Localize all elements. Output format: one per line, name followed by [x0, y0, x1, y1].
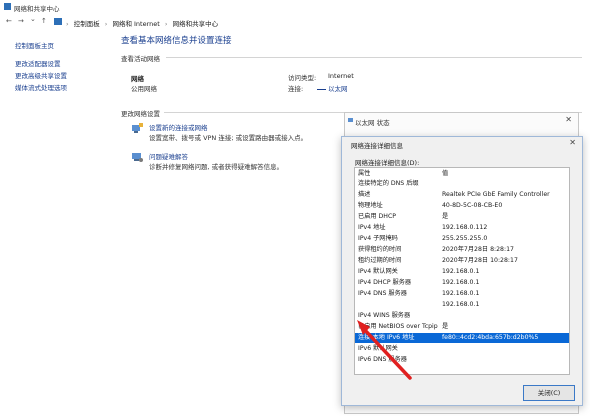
- table-row[interactable]: IPv4 子网掩码 255.255.255.0: [355, 234, 569, 244]
- row-value: 255.255.255.0: [442, 235, 488, 242]
- table-row[interactable]: 已启用 NetBIOS over Tcpip 是: [355, 322, 569, 332]
- table-row[interactable]: IPv4 地址 192.168.0.112: [355, 223, 569, 233]
- table-row[interactable]: IPv4 默认网关 192.168.0.1: [355, 267, 569, 277]
- row-value: fe80::4cd2:4bda:657b:d2b0%5: [442, 334, 539, 341]
- table-row[interactable]: 描述 Realtek PCIe GbE Family Controller: [355, 190, 569, 200]
- table-row[interactable]: IPv4 DHCP 服务器 192.168.0.1: [355, 278, 569, 288]
- sidebar-home-link[interactable]: 控制面板主页: [15, 40, 54, 50]
- row-property: 获得租约的时间: [358, 246, 402, 253]
- sidebar-item-sharing[interactable]: 更改高级共享设置: [15, 70, 67, 80]
- status-window-title: 以太网 状态: [355, 119, 390, 127]
- row-value: 2020年7月28日 10:28:17: [442, 257, 518, 264]
- access-type-label: 访问类型:: [288, 74, 317, 82]
- row-property: 连接-本地 IPv6 地址: [358, 334, 415, 341]
- row-value: 192.168.0.1: [442, 290, 480, 297]
- back-button[interactable]: ←: [6, 17, 12, 25]
- active-network-heading: 查看活动网络: [121, 55, 160, 63]
- sidebar-item-adapter[interactable]: 更改适配器设置: [15, 58, 61, 68]
- divider: [166, 57, 582, 58]
- network-center-icon: [4, 3, 11, 10]
- forward-button[interactable]: →: [18, 17, 24, 25]
- row-property: IPv6 默认网关: [358, 345, 398, 352]
- new-connection-icon: [132, 123, 143, 133]
- column-header-value[interactable]: 值: [442, 169, 448, 179]
- row-value: 是: [442, 323, 449, 330]
- close-icon[interactable]: ✕: [569, 138, 576, 147]
- details-listbox[interactable]: 属性 值 连接特定的 DNS 后缀 描述 Realtek PCIe GbE Fami…: [354, 167, 570, 375]
- breadcrumb: › 控制面板 › 网络和 Internet › 网络和共享中心: [66, 20, 219, 28]
- crumb-network-center[interactable]: 网络和共享中心: [173, 20, 219, 28]
- row-property: IPv4 WINS 服务器: [358, 312, 411, 319]
- table-row[interactable]: 租约过期的时间 2020年7月28日 10:28:17: [355, 256, 569, 266]
- network-profile: 公用网络: [131, 85, 157, 93]
- change-settings-heading: 更改网络设置: [121, 110, 160, 118]
- ethernet-status-icon: [348, 118, 353, 122]
- window-titlebar: 网络和共享中心: [0, 0, 590, 14]
- table-row[interactable]: IPv6 DNS 服务器: [355, 355, 569, 365]
- page-title: 查看基本网络信息并设置连接: [121, 36, 232, 46]
- address-bar: ← → ⌄ ↑ › 控制面板 › 网络和 Internet › 网络和共享中心: [0, 14, 590, 30]
- troubleshoot-link[interactable]: 问题疑难解答: [149, 151, 188, 161]
- table-row[interactable]: 连接-本地 IPv6 地址 fe80::4cd2:4bda:657b:d2b0%5: [355, 333, 569, 343]
- crumb-control-panel[interactable]: 控制面板: [74, 20, 100, 28]
- row-value: 是: [442, 213, 449, 220]
- troubleshoot-desc: 诊断并修复网络问题, 或者获得疑难解答信息。: [149, 163, 284, 171]
- table-row[interactable]: 已启用 DHCP 是: [355, 212, 569, 222]
- window-title: 网络和共享中心: [14, 5, 60, 13]
- row-property: IPv4 DHCP 服务器: [358, 279, 412, 286]
- close-button[interactable]: 关闭(C): [523, 385, 575, 401]
- row-property: IPv4 默认网关: [358, 268, 398, 275]
- crumb-network-internet[interactable]: 网络和 Internet: [112, 20, 159, 28]
- row-value: 192.168.0.112: [442, 224, 488, 231]
- table-row[interactable]: IPv4 WINS 服务器: [355, 311, 569, 321]
- table-row[interactable]: IPv6 默认网关: [355, 344, 569, 354]
- row-property: IPv6 DNS 服务器: [358, 356, 407, 363]
- list-header[interactable]: 属性 值: [355, 169, 569, 179]
- row-value: Realtek PCIe GbE Family Controller: [442, 191, 550, 198]
- row-value: 2020年7月28日 8:28:17: [442, 246, 514, 253]
- sidebar-item-media[interactable]: 媒体流式处理选项: [15, 82, 67, 92]
- table-row[interactable]: 连接特定的 DNS 后缀: [355, 179, 569, 189]
- new-connection-desc: 设置宽带、拨号或 VPN 连接; 或设置路由器或接入点。: [149, 134, 308, 142]
- row-property: 租约过期的时间: [358, 257, 402, 264]
- network-name: 网络: [131, 75, 144, 83]
- row-value: 192.168.0.1: [442, 268, 480, 275]
- ethernet-icon: [317, 84, 326, 90]
- details-list-label: 网络连接详细信息(D):: [355, 159, 420, 167]
- table-row[interactable]: 物理地址 40-8D-5C-08-CB-E0: [355, 201, 569, 211]
- row-property: 描述: [358, 191, 371, 198]
- table-row[interactable]: 192.168.0.1: [355, 300, 569, 310]
- network-details-dialog: 网络连接详细信息 ✕ 网络连接详细信息(D): 属性 值 连接特定的 DNS 后…: [341, 136, 583, 406]
- row-property: IPv4 子网掩码: [358, 235, 398, 242]
- row-property: 连接特定的 DNS 后缀: [358, 180, 419, 187]
- control-panel-icon: [54, 18, 62, 25]
- dialog-title: 网络连接详细信息: [351, 142, 403, 150]
- connections-label: 连接:: [288, 85, 304, 93]
- column-header-property[interactable]: 属性: [358, 169, 370, 179]
- row-value: 192.168.0.1: [442, 301, 480, 308]
- troubleshoot-icon: [132, 153, 143, 162]
- row-property: IPv4 地址: [358, 224, 386, 231]
- row-property: IPv4 DNS 服务器: [358, 290, 407, 297]
- table-row[interactable]: IPv4 DNS 服务器 192.168.0.1: [355, 289, 569, 299]
- row-property: 物理地址: [358, 202, 383, 209]
- access-type-value: Internet: [328, 72, 354, 80]
- close-icon[interactable]: ✕: [565, 115, 572, 124]
- history-dropdown[interactable]: ⌄: [30, 15, 36, 23]
- up-button[interactable]: ↑: [41, 17, 47, 25]
- row-value: 192.168.0.1: [442, 279, 480, 286]
- row-property: 已启用 NetBIOS over Tcpip: [358, 323, 438, 330]
- table-row[interactable]: 获得租约的时间 2020年7月28日 8:28:17: [355, 245, 569, 255]
- row-property: 已启用 DHCP: [358, 213, 396, 220]
- ethernet-link[interactable]: 以太网: [328, 83, 348, 93]
- row-value: 40-8D-5C-08-CB-E0: [442, 202, 503, 209]
- new-connection-link[interactable]: 设置新的连接或网络: [149, 122, 208, 132]
